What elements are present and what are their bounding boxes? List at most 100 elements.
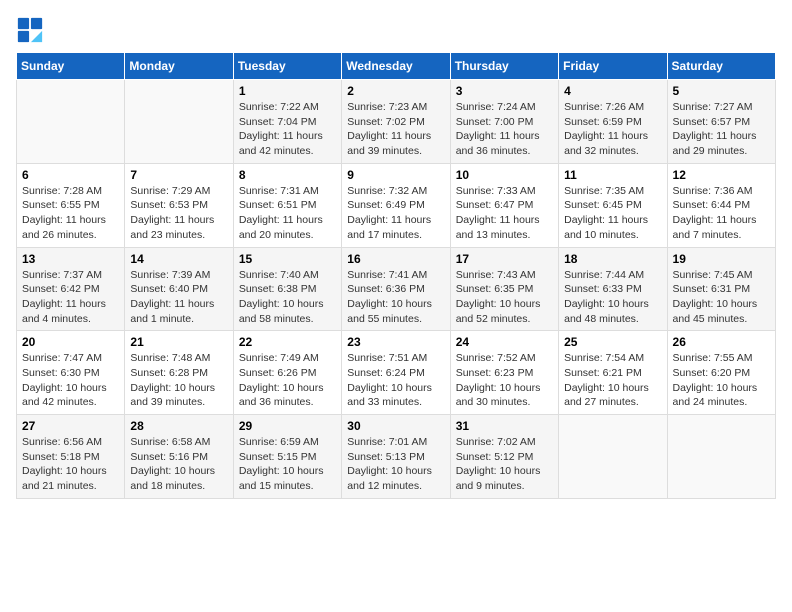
day-detail: Sunrise: 7:47 AM Sunset: 6:30 PM Dayligh… [22,351,119,410]
day-number: 9 [347,168,444,182]
day-detail: Sunrise: 7:44 AM Sunset: 6:33 PM Dayligh… [564,268,661,327]
calendar-cell: 13 Sunrise: 7:37 AM Sunset: 6:42 PM Dayli… [17,247,125,331]
week-row-2: 6 Sunrise: 7:28 AM Sunset: 6:55 PM Daylig… [17,163,776,247]
week-row-4: 20 Sunrise: 7:47 AM Sunset: 6:30 PM Dayli… [17,331,776,415]
day-detail: Sunrise: 7:29 AM Sunset: 6:53 PM Dayligh… [130,184,227,243]
calendar-header-row: SundayMondayTuesdayWednesdayThursdayFrid… [17,53,776,80]
calendar-cell: 9 Sunrise: 7:32 AM Sunset: 6:49 PM Daylig… [342,163,450,247]
day-number: 25 [564,335,661,349]
calendar-cell: 18 Sunrise: 7:44 AM Sunset: 6:33 PM Dayli… [559,247,667,331]
day-number: 7 [130,168,227,182]
day-detail: Sunrise: 7:39 AM Sunset: 6:40 PM Dayligh… [130,268,227,327]
day-number: 13 [22,252,119,266]
day-detail: Sunrise: 7:01 AM Sunset: 5:13 PM Dayligh… [347,435,444,494]
day-detail: Sunrise: 7:33 AM Sunset: 6:47 PM Dayligh… [456,184,553,243]
calendar-cell: 26 Sunrise: 7:55 AM Sunset: 6:20 PM Dayli… [667,331,775,415]
day-number: 18 [564,252,661,266]
calendar-cell: 6 Sunrise: 7:28 AM Sunset: 6:55 PM Daylig… [17,163,125,247]
logo [16,16,48,44]
day-number: 29 [239,419,336,433]
day-detail: Sunrise: 7:49 AM Sunset: 6:26 PM Dayligh… [239,351,336,410]
day-detail: Sunrise: 6:58 AM Sunset: 5:16 PM Dayligh… [130,435,227,494]
day-number: 4 [564,84,661,98]
day-header-friday: Friday [559,53,667,80]
day-detail: Sunrise: 7:52 AM Sunset: 6:23 PM Dayligh… [456,351,553,410]
calendar-cell: 29 Sunrise: 6:59 AM Sunset: 5:15 PM Dayli… [233,415,341,499]
calendar-cell [667,415,775,499]
calendar-cell: 10 Sunrise: 7:33 AM Sunset: 6:47 PM Dayli… [450,163,558,247]
day-number: 6 [22,168,119,182]
calendar-cell: 24 Sunrise: 7:52 AM Sunset: 6:23 PM Dayli… [450,331,558,415]
day-detail: Sunrise: 7:24 AM Sunset: 7:00 PM Dayligh… [456,100,553,159]
day-header-sunday: Sunday [17,53,125,80]
day-detail: Sunrise: 7:41 AM Sunset: 6:36 PM Dayligh… [347,268,444,327]
day-detail: Sunrise: 7:55 AM Sunset: 6:20 PM Dayligh… [673,351,770,410]
day-number: 12 [673,168,770,182]
day-header-tuesday: Tuesday [233,53,341,80]
day-number: 21 [130,335,227,349]
calendar-cell: 16 Sunrise: 7:41 AM Sunset: 6:36 PM Dayli… [342,247,450,331]
day-number: 3 [456,84,553,98]
calendar-cell: 27Sunrise: 6:56 AM Sunset: 5:18 PM Dayli… [17,415,125,499]
day-header-saturday: Saturday [667,53,775,80]
day-number: 8 [239,168,336,182]
day-detail: Sunrise: 7:36 AM Sunset: 6:44 PM Dayligh… [673,184,770,243]
calendar-cell: 14Sunrise: 7:39 AM Sunset: 6:40 PM Dayli… [125,247,233,331]
calendar-cell: 28 Sunrise: 6:58 AM Sunset: 5:16 PM Dayli… [125,415,233,499]
calendar-cell: 2 Sunrise: 7:23 AM Sunset: 7:02 PM Daylig… [342,80,450,164]
day-detail: Sunrise: 7:40 AM Sunset: 6:38 PM Dayligh… [239,268,336,327]
calendar-cell: 30 Sunrise: 7:01 AM Sunset: 5:13 PM Dayli… [342,415,450,499]
day-number: 26 [673,335,770,349]
day-number: 11 [564,168,661,182]
day-number: 22 [239,335,336,349]
page-header [16,16,776,44]
day-detail: Sunrise: 7:27 AM Sunset: 6:57 PM Dayligh… [673,100,770,159]
day-detail: Sunrise: 7:51 AM Sunset: 6:24 PM Dayligh… [347,351,444,410]
day-header-wednesday: Wednesday [342,53,450,80]
week-row-1: 1Sunrise: 7:22 AM Sunset: 7:04 PM Daylig… [17,80,776,164]
day-detail: Sunrise: 7:26 AM Sunset: 6:59 PM Dayligh… [564,100,661,159]
calendar-cell: 8Sunrise: 7:31 AM Sunset: 6:51 PM Daylig… [233,163,341,247]
calendar-cell: 31Sunrise: 7:02 AM Sunset: 5:12 PM Dayli… [450,415,558,499]
day-number: 30 [347,419,444,433]
day-number: 19 [673,252,770,266]
calendar-cell: 12 Sunrise: 7:36 AM Sunset: 6:44 PM Dayli… [667,163,775,247]
day-number: 23 [347,335,444,349]
week-row-3: 13 Sunrise: 7:37 AM Sunset: 6:42 PM Dayli… [17,247,776,331]
day-detail: Sunrise: 7:48 AM Sunset: 6:28 PM Dayligh… [130,351,227,410]
day-detail: Sunrise: 6:59 AM Sunset: 5:15 PM Dayligh… [239,435,336,494]
day-header-thursday: Thursday [450,53,558,80]
calendar-cell [125,80,233,164]
day-number: 10 [456,168,553,182]
day-detail: Sunrise: 7:28 AM Sunset: 6:55 PM Dayligh… [22,184,119,243]
day-number: 16 [347,252,444,266]
calendar-cell: 1Sunrise: 7:22 AM Sunset: 7:04 PM Daylig… [233,80,341,164]
calendar-cell [17,80,125,164]
day-number: 5 [673,84,770,98]
calendar-cell: 25 Sunrise: 7:54 AM Sunset: 6:21 PM Dayli… [559,331,667,415]
calendar-cell: 15Sunrise: 7:40 AM Sunset: 6:38 PM Dayli… [233,247,341,331]
day-detail: Sunrise: 7:22 AM Sunset: 7:04 PM Dayligh… [239,100,336,159]
day-header-monday: Monday [125,53,233,80]
day-number: 31 [456,419,553,433]
day-detail: Sunrise: 7:23 AM Sunset: 7:02 PM Dayligh… [347,100,444,159]
day-detail: Sunrise: 6:56 AM Sunset: 5:18 PM Dayligh… [22,435,119,494]
day-number: 28 [130,419,227,433]
day-number: 17 [456,252,553,266]
day-detail: Sunrise: 7:54 AM Sunset: 6:21 PM Dayligh… [564,351,661,410]
day-number: 2 [347,84,444,98]
calendar-cell: 20 Sunrise: 7:47 AM Sunset: 6:30 PM Dayli… [17,331,125,415]
day-number: 24 [456,335,553,349]
calendar-cell: 22 Sunrise: 7:49 AM Sunset: 6:26 PM Dayli… [233,331,341,415]
day-detail: Sunrise: 7:37 AM Sunset: 6:42 PM Dayligh… [22,268,119,327]
day-detail: Sunrise: 7:32 AM Sunset: 6:49 PM Dayligh… [347,184,444,243]
calendar-cell: 3 Sunrise: 7:24 AM Sunset: 7:00 PM Daylig… [450,80,558,164]
day-detail: Sunrise: 7:43 AM Sunset: 6:35 PM Dayligh… [456,268,553,327]
calendar-cell [559,415,667,499]
calendar-cell: 17 Sunrise: 7:43 AM Sunset: 6:35 PM Dayli… [450,247,558,331]
calendar-cell: 5 Sunrise: 7:27 AM Sunset: 6:57 PM Daylig… [667,80,775,164]
calendar-cell: 21 Sunrise: 7:48 AM Sunset: 6:28 PM Dayli… [125,331,233,415]
day-detail: Sunrise: 7:35 AM Sunset: 6:45 PM Dayligh… [564,184,661,243]
day-number: 20 [22,335,119,349]
calendar-cell: 11 Sunrise: 7:35 AM Sunset: 6:45 PM Dayli… [559,163,667,247]
